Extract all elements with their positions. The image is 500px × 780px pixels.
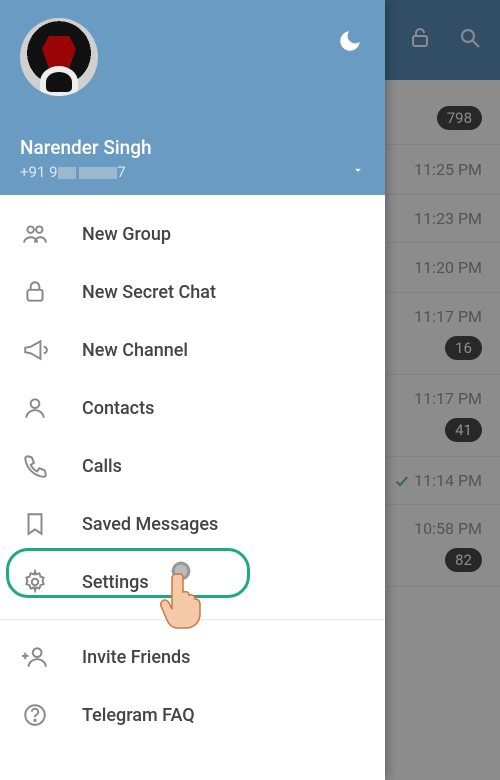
menu-label: New Secret Chat [82, 282, 216, 303]
menu-item-new-secret-chat[interactable]: New Secret Chat [0, 263, 385, 321]
menu-label: Settings [82, 572, 149, 593]
phone-icon [22, 453, 48, 479]
help-icon [22, 702, 48, 728]
menu-label: Contacts [82, 398, 154, 419]
add-person-icon [22, 644, 48, 670]
menu-label: New Group [82, 224, 171, 245]
user-phone: +91 9 7 [20, 163, 152, 181]
drawer-header: Narender Singh +91 9 7 [0, 0, 385, 195]
megaphone-icon [22, 337, 48, 363]
menu-item-calls[interactable]: Calls [0, 437, 385, 495]
user-name: Narender Singh [20, 136, 152, 159]
menu-label: Calls [82, 456, 122, 477]
menu-item-telegram-faq[interactable]: Telegram FAQ [0, 686, 385, 744]
menu-item-new-channel[interactable]: New Channel [0, 321, 385, 379]
menu-label: Telegram FAQ [82, 705, 195, 726]
account-switcher[interactable] [351, 162, 365, 181]
drawer-menu: New Group New Secret Chat New Channel Co… [0, 195, 385, 780]
menu-item-contacts[interactable]: Contacts [0, 379, 385, 437]
menu-item-invite-friends[interactable]: Invite Friends [0, 628, 385, 686]
menu-item-saved-messages[interactable]: Saved Messages [0, 495, 385, 553]
menu-item-settings[interactable]: Settings [0, 553, 385, 611]
menu-label: Saved Messages [82, 514, 218, 535]
menu-item-new-group[interactable]: New Group [0, 205, 385, 263]
divider [0, 619, 385, 620]
bookmark-icon [22, 511, 48, 537]
group-icon [22, 221, 48, 247]
night-mode-toggle[interactable] [337, 28, 363, 58]
lock-icon [22, 279, 48, 305]
menu-label: Invite Friends [82, 647, 190, 668]
avatar[interactable] [20, 18, 98, 96]
navigation-drawer: Narender Singh +91 9 7 New Group New Sec… [0, 0, 385, 780]
person-icon [22, 395, 48, 421]
gear-icon [22, 569, 48, 595]
menu-label: New Channel [82, 340, 188, 361]
